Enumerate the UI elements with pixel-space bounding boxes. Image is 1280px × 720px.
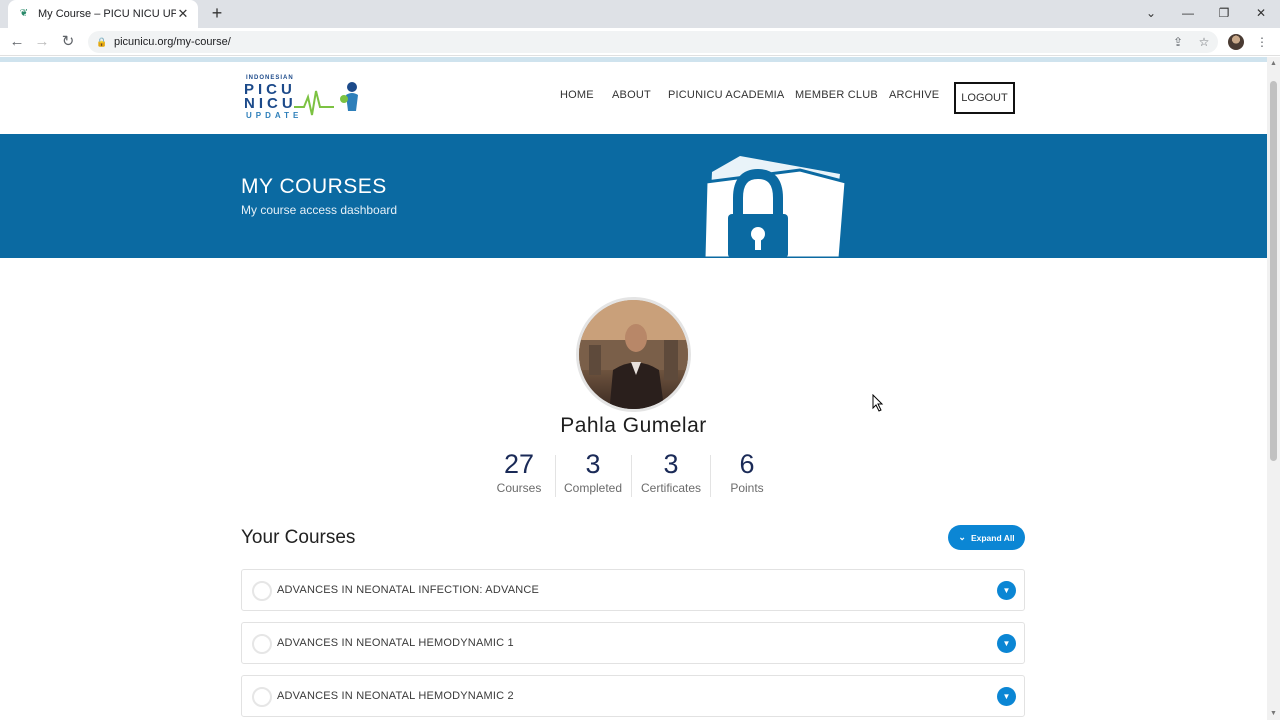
chevron-down-icon: ⌄ <box>958 532 966 542</box>
stat-completed: 3 Completed <box>560 449 626 495</box>
nav-member-club[interactable]: MEMBER CLUB <box>795 89 878 101</box>
expand-chevron-icon[interactable]: ▼ <box>997 634 1016 653</box>
course-item[interactable]: ADVANCES IN NEONATAL HEMODYNAMIC 1 ▼ <box>241 622 1025 664</box>
stat-divider <box>631 455 632 497</box>
stat-courses-label: Courses <box>496 481 542 495</box>
site-logo[interactable]: INDONESIAN PICU NICU UPDATE <box>244 75 366 123</box>
share-icon[interactable]: ⇪ <box>1168 32 1188 52</box>
user-avatar <box>576 297 691 412</box>
bookmark-star-icon[interactable]: ☆ <box>1194 32 1214 52</box>
your-courses-heading: Your Courses <box>241 527 356 548</box>
expand-chevron-icon[interactable]: ▼ <box>997 581 1016 600</box>
course-item[interactable]: ADVANCES IN NEONATAL INFECTION: ADVANCE … <box>241 569 1025 611</box>
restore-icon[interactable]: ❐ <box>1206 0 1242 28</box>
forward-icon[interactable]: → <box>32 32 52 52</box>
page-banner: MY COURSES My course access dashboard <box>0 134 1267 258</box>
logo-heartbeat-icon <box>294 82 358 116</box>
user-photo <box>579 300 688 409</box>
stat-completed-label: Completed <box>563 481 623 495</box>
stat-certificates: 3 Certificates <box>636 449 706 495</box>
close-tab-icon[interactable]: ✕ <box>176 6 190 22</box>
page-scrollbar[interactable]: ▲ ▼ <box>1267 57 1280 720</box>
stat-points-label: Points <box>730 481 764 495</box>
course-title: ADVANCES IN NEONATAL HEMODYNAMIC 2 <box>277 690 514 702</box>
stat-courses-value: 27 <box>503 449 535 479</box>
scrollbar-thumb[interactable] <box>1270 81 1277 461</box>
tab-title: My Course – PICU NICU UPDATE <box>38 8 176 20</box>
stat-completed-value: 3 <box>585 449 601 479</box>
stat-certificates-label: Certificates <box>640 481 702 495</box>
course-title: ADVANCES IN NEONATAL INFECTION: ADVANCE <box>277 584 540 596</box>
progress-ring-icon <box>252 581 272 601</box>
address-bar[interactable]: 🔒 picunicu.org/my-course/ <box>88 31 1218 53</box>
new-tab-icon[interactable]: + <box>207 4 227 24</box>
profile-avatar-icon[interactable] <box>1228 34 1244 50</box>
nav-about[interactable]: ABOUT <box>612 89 651 101</box>
page-title: MY COURSES <box>241 175 387 198</box>
progress-ring-icon <box>252 687 272 707</box>
logout-button[interactable]: LOGOUT <box>954 82 1015 114</box>
progress-ring-icon <box>252 634 272 654</box>
close-window-icon[interactable]: ✕ <box>1243 0 1279 28</box>
mouse-cursor-icon <box>872 394 884 412</box>
stat-certificates-value: 3 <box>663 449 679 479</box>
nav-archive[interactable]: ARCHIVE <box>889 89 939 101</box>
back-icon[interactable]: ← <box>7 32 27 52</box>
stat-points-value: 6 <box>739 449 755 479</box>
expand-all-button[interactable]: ⌄ Expand All <box>948 525 1025 550</box>
course-title: ADVANCES IN NEONATAL HEMODYNAMIC 1 <box>277 637 514 649</box>
stat-courses: 27 Courses <box>491 449 547 495</box>
browser-toolbar: ← → ↻ 🔒 picunicu.org/my-course/ ⇪ ☆ ⋮ <box>0 28 1280 56</box>
page-content: INDONESIAN PICU NICU UPDATE HOME ABOUT P… <box>0 57 1267 720</box>
scroll-down-icon[interactable]: ▼ <box>1270 710 1277 717</box>
folder-lock-icon <box>702 156 848 258</box>
site-favicon-icon: ❦ <box>19 8 29 19</box>
expand-all-label: Expand All <box>970 532 1015 543</box>
page-subtitle: My course access dashboard <box>241 203 398 217</box>
user-name: Pahla Gumelar <box>560 414 707 437</box>
lock-icon: 🔒 <box>96 37 108 47</box>
stat-divider <box>710 455 711 497</box>
minimize-icon[interactable]: — <box>1170 0 1206 28</box>
reload-icon[interactable]: ↻ <box>58 32 78 52</box>
browser-tab[interactable]: ❦ My Course – PICU NICU UPDATE ✕ <box>8 0 198 28</box>
url-text: picunicu.org/my-course/ <box>114 36 231 48</box>
scroll-up-icon[interactable]: ▲ <box>1270 60 1277 67</box>
tab-search-icon[interactable]: ⌄ <box>1133 0 1169 28</box>
stat-points: 6 Points <box>716 449 778 495</box>
browser-tab-bar: ❦ My Course – PICU NICU UPDATE ✕ + ⌄ — ❐… <box>0 0 1280 28</box>
expand-chevron-icon[interactable]: ▼ <box>997 687 1016 706</box>
menu-kebab-icon[interactable]: ⋮ <box>1252 32 1272 52</box>
nav-picunicu-academia[interactable]: PICUNICU ACADEMIA <box>668 89 784 101</box>
stat-divider <box>555 455 556 497</box>
site-header: INDONESIAN PICU NICU UPDATE HOME ABOUT P… <box>0 62 1267 134</box>
nav-home[interactable]: HOME <box>560 89 594 101</box>
course-item[interactable]: ADVANCES IN NEONATAL HEMODYNAMIC 2 ▼ <box>241 675 1025 717</box>
logo-line2: NICU <box>244 95 297 112</box>
